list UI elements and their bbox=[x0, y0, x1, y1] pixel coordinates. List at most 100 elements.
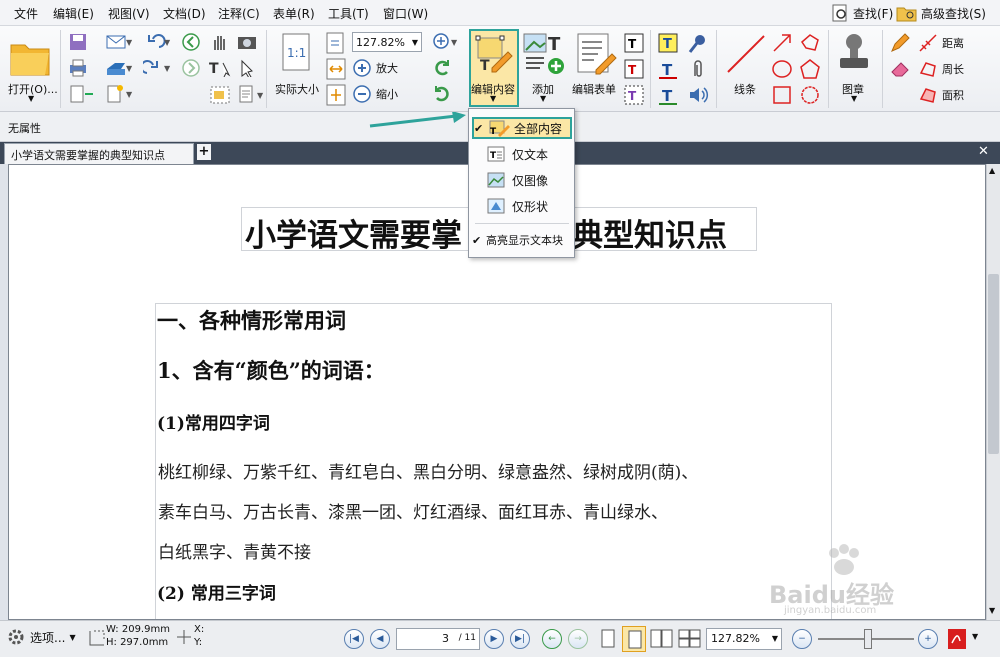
line-tool-button[interactable] bbox=[724, 32, 768, 76]
scroll-down-icon[interactable]: ▼ bbox=[989, 606, 995, 615]
document-properties-icon[interactable] bbox=[67, 84, 97, 104]
redo-icon[interactable]: ▼ bbox=[142, 58, 172, 78]
forward-view-icon[interactable]: → bbox=[568, 629, 588, 649]
menu-item-all-content[interactable]: ✔ T 全部内容 bbox=[472, 117, 572, 139]
menu-item-highlight-text-blocks[interactable]: ✔ 高亮显示文本块 bbox=[472, 229, 572, 251]
scroll-thumb[interactable] bbox=[988, 274, 999, 454]
save-icon[interactable] bbox=[67, 32, 89, 52]
stamp-button[interactable] bbox=[834, 32, 874, 76]
status-zoom-select[interactable]: 127.82% ▼ bbox=[706, 628, 782, 650]
add-button[interactable]: T bbox=[522, 32, 566, 76]
svg-text:T: T bbox=[628, 37, 637, 51]
fit-width-icon[interactable] bbox=[324, 58, 348, 80]
last-page-icon[interactable]: ▶| bbox=[510, 629, 530, 649]
email-icon[interactable]: ▼ bbox=[104, 32, 134, 52]
scroll-up-icon[interactable]: ▲ bbox=[989, 166, 995, 175]
first-page-icon[interactable]: |◀ bbox=[344, 629, 364, 649]
select-text-icon[interactable]: T bbox=[206, 58, 236, 78]
facing-page-icon[interactable] bbox=[650, 629, 674, 649]
rotate-right-icon[interactable] bbox=[430, 84, 454, 104]
open-button[interactable] bbox=[8, 34, 54, 80]
pin-icon[interactable] bbox=[686, 32, 710, 54]
menu-item-shape-only[interactable]: 仅形状 bbox=[472, 195, 572, 217]
polygon-tool-icon[interactable] bbox=[798, 58, 822, 80]
ellipse-tool-icon[interactable] bbox=[770, 58, 794, 80]
menu-edit[interactable]: 编辑(E) bbox=[53, 5, 94, 22]
undo-icon[interactable]: ▼ bbox=[142, 32, 172, 52]
close-tab-icon[interactable]: ✕ bbox=[978, 144, 989, 159]
chevron-down-icon[interactable]: ▼ bbox=[28, 94, 34, 103]
new-document-icon[interactable]: ▼ bbox=[104, 84, 134, 104]
continuous-facing-icon[interactable] bbox=[678, 629, 702, 649]
underline-text-icon[interactable]: T bbox=[656, 84, 680, 106]
forward-icon[interactable] bbox=[180, 58, 202, 78]
previous-page-icon[interactable]: ◀ bbox=[370, 629, 390, 649]
property-bar-label: 无属性 bbox=[8, 122, 41, 135]
select-object-icon[interactable] bbox=[206, 84, 234, 106]
page-number-input[interactable]: 3 / 11 bbox=[396, 628, 480, 650]
single-page-icon[interactable] bbox=[600, 629, 616, 649]
hand-tool-icon[interactable] bbox=[208, 32, 230, 52]
perimeter-button[interactable]: 周长 bbox=[918, 58, 990, 80]
continuous-page-button[interactable] bbox=[622, 626, 646, 652]
zoom-out-button[interactable]: 缩小 bbox=[352, 84, 422, 104]
print-icon[interactable] bbox=[67, 58, 89, 78]
vertical-scrollbar[interactable]: ▲ ▼ bbox=[986, 164, 1000, 620]
typewriter-icon[interactable]: ▼ bbox=[236, 84, 266, 106]
zoom-in-button[interactable]: 放大 bbox=[352, 58, 422, 78]
svg-text:▼: ▼ bbox=[126, 64, 133, 73]
pointer-arrow bbox=[369, 112, 466, 128]
actual-size-button[interactable]: 1:1 bbox=[278, 32, 314, 76]
zoom-slider-thumb[interactable] bbox=[864, 629, 872, 649]
back-icon[interactable] bbox=[180, 32, 202, 52]
menu-form[interactable]: 表单(R) bbox=[273, 5, 315, 22]
snapshot-icon[interactable] bbox=[236, 32, 258, 52]
document-tab[interactable]: 小学语文需要掌握的典型知识点 bbox=[4, 143, 194, 164]
rectangle-tool-icon[interactable] bbox=[770, 84, 794, 106]
rotate-left-icon[interactable] bbox=[430, 58, 454, 78]
menu-file[interactable]: 文件 bbox=[14, 5, 38, 22]
new-tab-icon[interactable]: + bbox=[197, 144, 211, 160]
fit-visible-icon[interactable] bbox=[324, 84, 348, 106]
menu-window[interactable]: 窗口(W) bbox=[383, 5, 428, 22]
strikeout-text-icon[interactable]: T bbox=[656, 58, 680, 80]
ribbon-toolbar: 打开(O)... ▼ ▼ ▼ ▼ ▼ ▼ T ▼ 1:1 实际大小 127.82… bbox=[0, 26, 1000, 112]
status-zoom-out-icon[interactable]: − bbox=[792, 629, 812, 649]
edit-form-button[interactable] bbox=[572, 32, 620, 76]
menu-view[interactable]: 视图(V) bbox=[108, 5, 150, 22]
edit-image-icon bbox=[487, 172, 505, 188]
menu-item-image-only[interactable]: 仅图像 bbox=[472, 169, 572, 191]
scan-icon[interactable]: ▼ bbox=[104, 58, 134, 78]
form-list-icon[interactable]: T bbox=[622, 58, 646, 80]
polyline-tool-icon[interactable] bbox=[798, 32, 822, 54]
distance-button[interactable]: 距离 bbox=[918, 32, 990, 54]
sound-icon[interactable] bbox=[686, 84, 710, 106]
advanced-find-button[interactable]: 高级查找(S) bbox=[896, 3, 986, 23]
menu-comment[interactable]: 注释(C) bbox=[218, 5, 260, 22]
zoom-select[interactable]: 127.82% ▼ bbox=[352, 32, 422, 52]
zoom-tool-icon[interactable]: ▼ bbox=[430, 32, 462, 52]
attachment-icon[interactable] bbox=[686, 58, 710, 80]
form-dropdown-icon[interactable]: T bbox=[622, 84, 646, 106]
status-zoom-in-icon[interactable]: + bbox=[918, 629, 938, 649]
chevron-down-icon[interactable]: ▼ bbox=[972, 632, 978, 641]
fit-page-icon[interactable] bbox=[324, 32, 348, 54]
highlight-text-icon[interactable]: T bbox=[656, 32, 680, 54]
menu-tools[interactable]: 工具(T) bbox=[328, 5, 369, 22]
menu-document[interactable]: 文档(D) bbox=[163, 5, 206, 22]
menu-item-text-only[interactable]: T 仅文本 bbox=[472, 143, 572, 165]
next-page-icon[interactable]: ▶ bbox=[484, 629, 504, 649]
form-text-field-icon[interactable]: T bbox=[622, 32, 646, 54]
area-button[interactable]: 面积 bbox=[918, 84, 990, 106]
back-view-icon[interactable]: ← bbox=[542, 629, 562, 649]
pencil-icon[interactable] bbox=[888, 32, 912, 54]
find-button[interactable]: 查找(F) bbox=[830, 3, 893, 23]
arrow-tool-icon[interactable] bbox=[770, 32, 794, 54]
perimeter-icon bbox=[919, 62, 936, 77]
eraser-icon[interactable] bbox=[888, 58, 912, 80]
svg-text:T: T bbox=[662, 87, 673, 105]
pdf-logo-icon[interactable] bbox=[946, 628, 970, 650]
options-button[interactable]: 选项... ▼ bbox=[6, 627, 76, 647]
cloud-tool-icon[interactable] bbox=[798, 84, 822, 106]
select-annotation-icon[interactable] bbox=[236, 58, 258, 78]
